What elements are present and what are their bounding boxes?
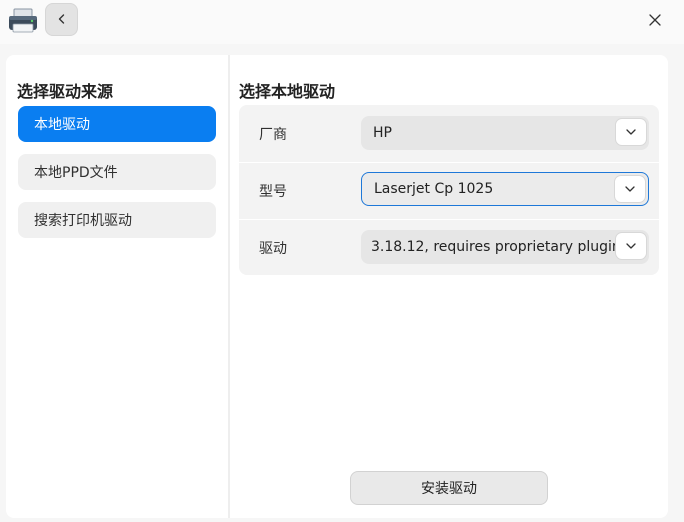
model-select[interactable]: Laserjet Cp 1025 <box>361 172 649 206</box>
chevron-down-icon[interactable] <box>614 175 646 203</box>
driver-form: 厂商 HP 型号 Laserjet Cp 1025 驱动 3.18.12, re… <box>239 105 659 275</box>
model-value: Laserjet Cp 1025 <box>374 181 494 197</box>
sidebar-item-label: 搜索打印机驱动 <box>34 213 132 229</box>
page-title: 选择本地驱动 <box>239 82 336 101</box>
sidebar-item-search-driver[interactable]: 搜索打印机驱动 <box>18 202 216 238</box>
sidebar-title: 选择驱动来源 <box>17 82 114 101</box>
row-divider <box>239 162 659 163</box>
driver-select[interactable]: 3.18.12, requires proprietary plugin <box>361 230 649 264</box>
sidebar-item-local-ppd[interactable]: 本地PPD文件 <box>18 154 216 190</box>
model-label: 型号 <box>259 184 287 200</box>
sidebar-item-local-driver[interactable]: 本地驱动 <box>18 106 216 142</box>
install-driver-button[interactable]: 安装驱动 <box>350 471 548 505</box>
back-button[interactable] <box>45 3 78 36</box>
row-divider <box>239 219 659 220</box>
printer-icon <box>8 7 38 35</box>
driver-install-window: 选择驱动来源 本地驱动 本地PPD文件 搜索打印机驱动 选择本地驱动 厂商 HP… <box>0 0 684 522</box>
sidebar-item-label: 本地驱动 <box>34 117 90 133</box>
driver-label: 驱动 <box>259 241 287 257</box>
vendor-select[interactable]: HP <box>361 116 649 150</box>
chevron-down-icon[interactable] <box>615 232 647 260</box>
close-button[interactable] <box>640 6 670 36</box>
sidebar-item-label: 本地PPD文件 <box>34 165 118 181</box>
vendor-label: 厂商 <box>259 127 287 143</box>
driver-value: 3.18.12, requires proprietary plugin <box>371 239 621 255</box>
vendor-value: HP <box>373 125 392 141</box>
close-icon <box>648 12 662 31</box>
titlebar <box>0 0 684 44</box>
chevron-down-icon[interactable] <box>615 118 647 146</box>
chevron-left-icon <box>56 10 68 29</box>
